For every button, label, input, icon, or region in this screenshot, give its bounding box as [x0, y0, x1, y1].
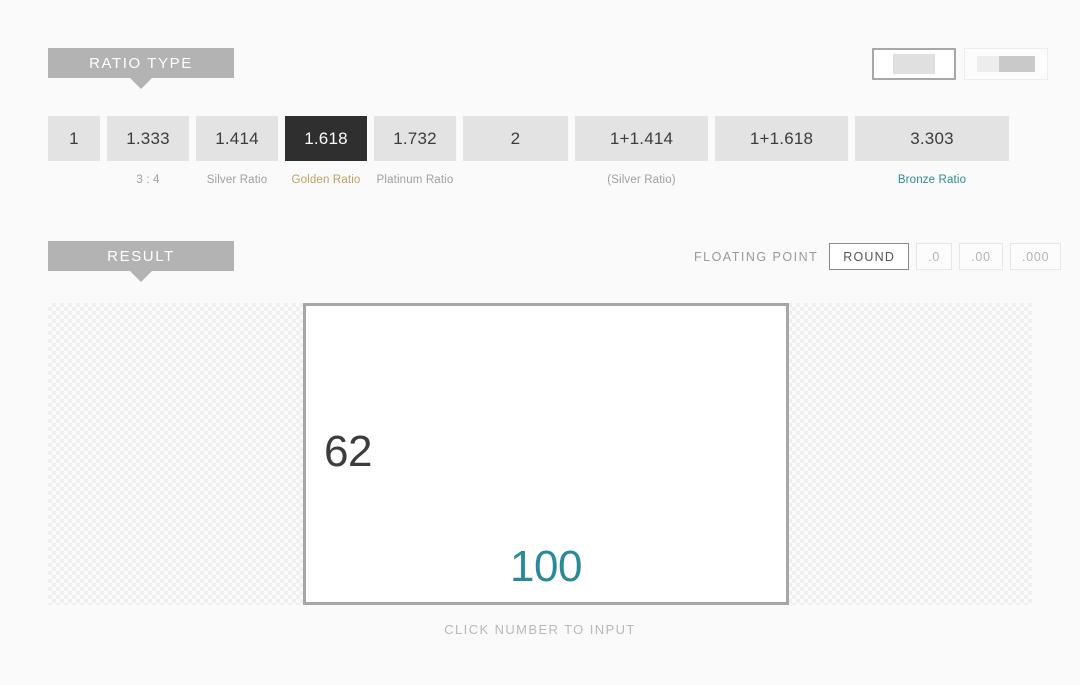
result-banner: RESULT — [48, 241, 234, 282]
ratio-cell: 2 — [463, 116, 568, 187]
ratio-cell: 1.414 Silver Ratio — [196, 116, 278, 187]
split-pane-layout-button[interactable] — [964, 48, 1048, 80]
ratio-type-list: 1 1.333 3 : 4 1.414 Silver Ratio 1.618 Golden … — [48, 116, 1032, 187]
ratio-button-1+1.414[interactable]: 1+1.414 — [575, 116, 708, 161]
ratio-sublabel: Bronze Ratio — [897, 174, 967, 186]
result-banner-pointer — [130, 271, 152, 282]
ratio-sublabel: Golden Ratio — [291, 174, 361, 186]
height-value-input[interactable]: 100 — [510, 545, 582, 589]
split-pane-icon — [977, 56, 1035, 72]
floating-point-controls: FLOATING POINT ROUND .0.00.000 — [694, 243, 1062, 270]
ratio-sublabel: Platinum Ratio — [376, 174, 454, 186]
ratio-button-1.732[interactable]: 1.732 — [374, 116, 456, 161]
ratio-sublabel: Silver Ratio — [206, 174, 268, 186]
ratio-cell: 3.303 Bronze Ratio — [855, 116, 1009, 187]
ratio-preview-box: 62 100 — [303, 303, 789, 605]
input-hint-text: CLICK NUMBER TO INPUT — [444, 622, 636, 637]
ratio-button-1.414[interactable]: 1.414 — [196, 116, 278, 161]
ratio-sublabel: 3 : 4 — [136, 174, 160, 186]
ratio-type-banner-body: RATIO TYPE — [48, 48, 234, 78]
ratio-button-1+1.618[interactable]: 1+1.618 — [715, 116, 848, 161]
ratio-type-banner-label: RATIO TYPE — [89, 54, 193, 72]
floating-point-option-d000[interactable]: .000 — [1009, 243, 1062, 270]
ratio-cell: 1+1.414 (Silver Ratio) — [575, 116, 708, 187]
ratio-button-3.303[interactable]: 3.303 — [855, 116, 1009, 161]
ratio-calculator-app: RATIO TYPE 1 1.333 3 : 4 1.414 Silver Ratio 1… — [0, 0, 1080, 685]
ratio-button-1[interactable]: 1 — [48, 116, 100, 161]
result-banner-label: RESULT — [107, 247, 175, 265]
ratio-cell: 1.732 Platinum Ratio — [374, 116, 456, 187]
ratio-cell: 1+1.618 — [715, 116, 848, 187]
floating-point-option-d0[interactable]: .0 — [916, 243, 953, 270]
ratio-button-1.618[interactable]: 1.618 — [285, 116, 367, 161]
ratio-sublabel: (Silver Ratio) — [607, 174, 676, 186]
layout-toggle-group — [872, 48, 1048, 80]
ratio-cell: 1.333 3 : 4 — [107, 116, 189, 187]
floating-point-label: FLOATING POINT — [694, 249, 819, 264]
floating-point-option-group: ROUND .0.00.000 — [829, 243, 1062, 270]
result-banner-body: RESULT — [48, 241, 234, 271]
ratio-cell: 1 — [48, 116, 100, 187]
single-pane-layout-button[interactable] — [872, 48, 956, 80]
ratio-button-2[interactable]: 2 — [463, 116, 568, 161]
ratio-type-banner: RATIO TYPE — [48, 48, 234, 89]
ratio-cell: 1.618 Golden Ratio — [285, 116, 367, 187]
floating-point-option-round[interactable]: ROUND — [829, 243, 910, 270]
ratio-type-banner-pointer — [130, 78, 152, 89]
single-pane-icon — [893, 54, 935, 74]
ratio-button-1.333[interactable]: 1.333 — [107, 116, 189, 161]
floating-point-option-d00[interactable]: .00 — [959, 243, 1003, 270]
width-value-input[interactable]: 62 — [324, 430, 372, 474]
